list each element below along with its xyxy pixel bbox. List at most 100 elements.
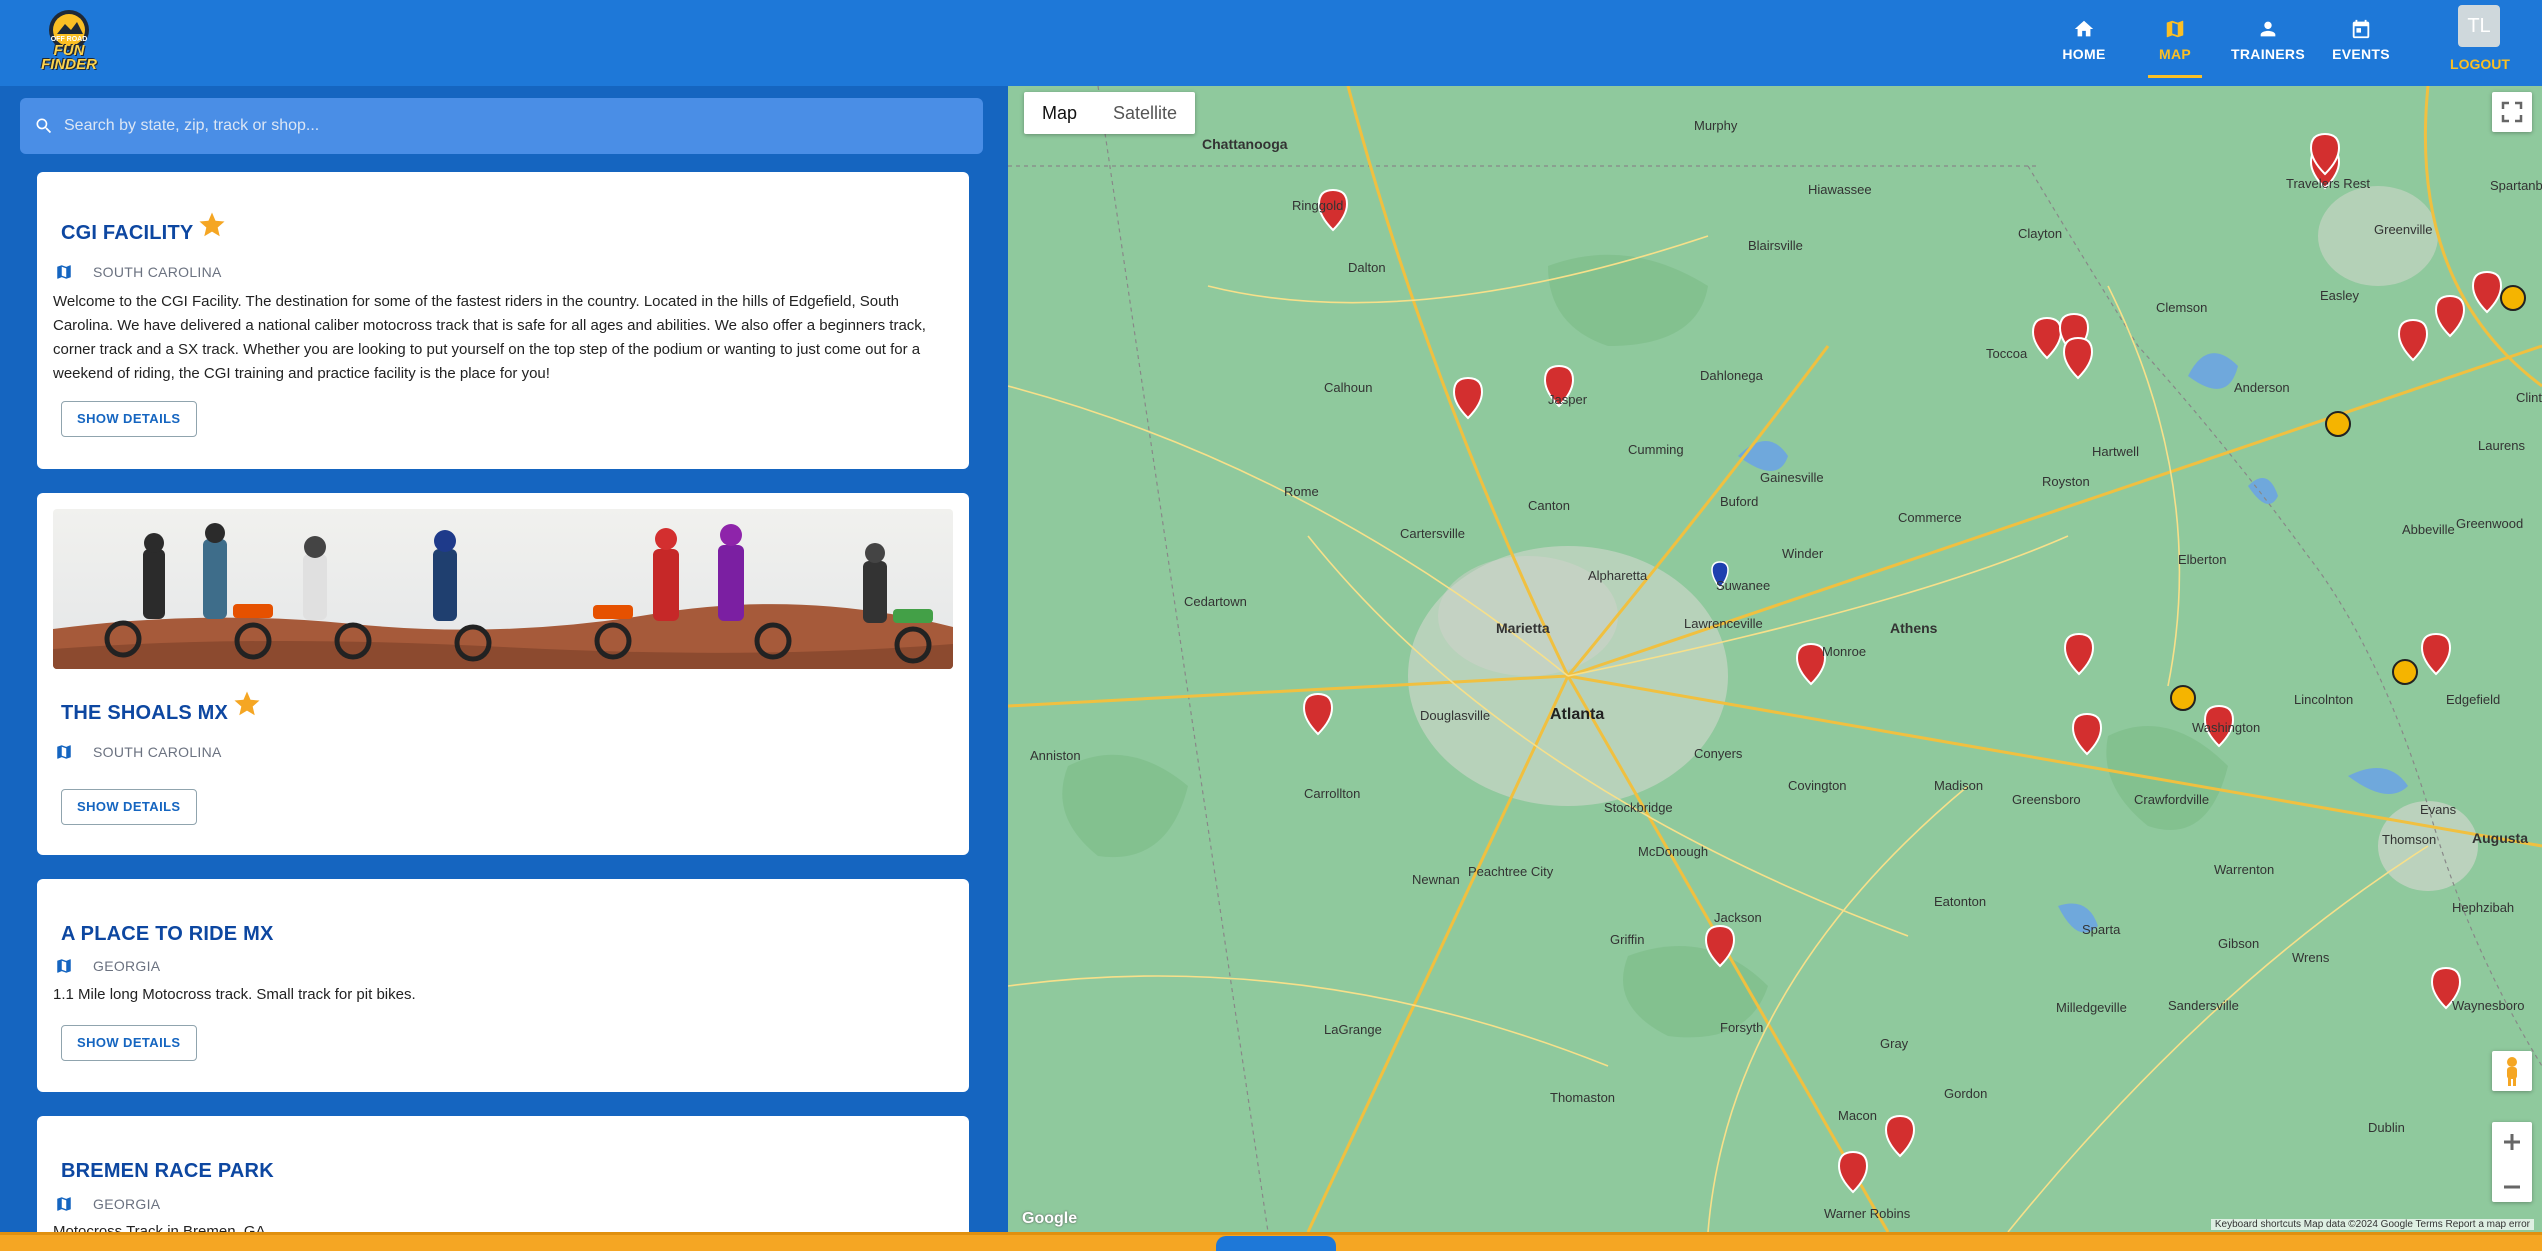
city-label: Gordon: [1944, 1086, 1988, 1101]
city-label: Atlanta: [1550, 706, 1605, 723]
street-view-button[interactable]: [2492, 1051, 2532, 1091]
map-canvas: [1008, 86, 2542, 1232]
city-label: Spartanburg: [2490, 178, 2542, 193]
riders-photo: [53, 509, 953, 669]
zoom-in-button[interactable]: [2492, 1122, 2532, 1162]
listing-title[interactable]: A PLACE TO RIDE MX: [61, 923, 274, 946]
listing-title[interactable]: CGI FACILITY: [61, 222, 193, 245]
city-label: Griffin: [1610, 932, 1645, 947]
city-label: Cartersville: [1400, 526, 1466, 541]
city-label: Clayton: [2018, 226, 2063, 241]
city-label: Evans: [2420, 802, 2457, 817]
map-type-satellite-button[interactable]: Satellite: [1095, 92, 1195, 134]
listing-description: Motocross Track in Bremen, GA: [53, 1223, 266, 1232]
show-details-button[interactable]: SHOW DETAILS: [61, 1025, 197, 1061]
listing-title[interactable]: BREMEN RACE PARK: [61, 1160, 274, 1183]
map-type-control: Map Satellite: [1024, 92, 1196, 134]
map-attribution[interactable]: Keyboard shortcuts Map data ©2024 Google…: [2210, 1219, 2534, 1230]
zoom-control: [2492, 1122, 2532, 1202]
city-label: Marietta: [1496, 620, 1550, 636]
listing-card[interactable]: A PLACE TO RIDE MX GEORGIA 1.1 Mile long…: [37, 879, 969, 1092]
star-icon: [234, 691, 260, 716]
city-label: Conyers: [1694, 746, 1743, 761]
listing-panel: CGI FACILITY SOUTH CAROLINA Welcome to t…: [0, 86, 1006, 1232]
listing-title[interactable]: THE SHOALS MX: [61, 702, 228, 725]
city-label: Commerce: [1898, 510, 1962, 525]
listing-description: 1.1 Mile long Motocross track. Small tra…: [53, 986, 416, 1003]
search-bar: [20, 98, 983, 154]
listing-state: SOUTH CAROLINA: [93, 744, 222, 760]
city-label: Eatonton: [1934, 894, 1987, 909]
city-label: Hartwell: [2092, 444, 2139, 459]
city-label: Murphy: [1694, 118, 1738, 133]
listing-photo: [53, 509, 953, 669]
show-details-button[interactable]: SHOW DETAILS: [61, 401, 197, 437]
listing-card[interactable]: CGI FACILITY SOUTH CAROLINA Welcome to t…: [37, 172, 969, 469]
city-label: Elberton: [2178, 552, 2227, 567]
city-label: Clemson: [2156, 300, 2208, 315]
city-label: Crawfordville: [2134, 792, 2210, 807]
city-label: Clinton: [2516, 390, 2542, 405]
city-label: Laurens: [2478, 438, 2525, 453]
city-label: Anderson: [2234, 380, 2290, 395]
nav-map[interactable]: MAP: [2148, 0, 2202, 80]
city-label: Ringgold: [1292, 198, 1344, 213]
map-icon: [57, 745, 71, 759]
nav-map-label: MAP: [2158, 46, 2191, 62]
city-label: Edgefield: [2446, 692, 2501, 707]
nav-home[interactable]: HOME: [2054, 0, 2114, 80]
listing-state: SOUTH CAROLINA: [93, 264, 222, 280]
logo-title: FUN FINDER: [41, 42, 97, 73]
zoom-out-button[interactable]: [2492, 1167, 2532, 1207]
city-label: Thomaston: [1550, 1090, 1616, 1105]
city-label: Macon: [1838, 1108, 1878, 1123]
city-label: Easley: [2320, 288, 2360, 303]
listing-state: GEORGIA: [93, 958, 161, 974]
city-label: Gainesville: [1760, 470, 1824, 485]
show-details-button[interactable]: SHOW DETAILS: [61, 789, 197, 825]
city-label: Warrenton: [2214, 862, 2275, 877]
bottom-drawer-handle[interactable]: [1216, 1236, 1336, 1251]
city-label: Greenville: [2374, 222, 2433, 237]
city-label: Newnan: [1412, 872, 1460, 887]
map-type-map-button[interactable]: Map: [1024, 92, 1095, 134]
avatar[interactable]: TL: [2458, 5, 2500, 47]
nav-events[interactable]: EVENTS: [2328, 0, 2394, 80]
city-label: Sparta: [2082, 922, 2121, 937]
city-label: Hiawassee: [1808, 182, 1872, 197]
city-label: Dahlonega: [1700, 368, 1763, 383]
city-label: Jackson: [1714, 910, 1762, 925]
city-label: Buford: [1720, 494, 1759, 509]
city-label: Greenwood: [2456, 516, 2524, 531]
app-logo[interactable]: OFF ROAD FUN FINDER: [24, 6, 114, 72]
city-label: Hephzibah: [2452, 900, 2515, 915]
city-label: Chattanooga: [1202, 136, 1288, 152]
nav-active-indicator: [2148, 75, 2202, 78]
city-label: Peachtree City: [1468, 864, 1554, 879]
pegman-icon: [2507, 1057, 2517, 1086]
city-label: Blairsville: [1748, 238, 1803, 253]
city-label: Athens: [1890, 620, 1938, 636]
city-label: Stockbridge: [1604, 800, 1673, 815]
city-label: Forsyth: [1720, 1020, 1764, 1035]
listing-state: GEORGIA: [93, 1196, 161, 1212]
city-label: Alpharetta: [1588, 568, 1648, 583]
city-label: Toccoa: [1986, 346, 2028, 361]
city-label: Canton: [1528, 498, 1570, 513]
listing-card[interactable]: BREMEN RACE PARK GEORGIA Motocross Track…: [37, 1116, 969, 1232]
city-label: Douglasville: [1420, 708, 1491, 723]
search-input[interactable]: [64, 98, 964, 154]
map-icon: [2166, 20, 2184, 38]
nav-trainers[interactable]: TRAINERS: [2226, 0, 2310, 80]
map-view[interactable]: Chattanooga Atlanta Athens Augusta Marie…: [1008, 86, 2542, 1232]
city-label: Milledgeville: [2056, 1000, 2127, 1015]
map-icon: [57, 959, 71, 973]
fullscreen-button[interactable]: [2492, 92, 2532, 132]
google-logo: Google: [1022, 1210, 1078, 1227]
city-label: Dalton: [1348, 260, 1386, 275]
listing-card[interactable]: THE SHOALS MX SOUTH CAROLINA SHOW DETAIL…: [37, 493, 969, 855]
city-label: Greensboro: [2012, 792, 2081, 807]
nav-events-label: EVENTS: [2332, 46, 2390, 62]
logout-button[interactable]: LOGOUT: [2440, 56, 2520, 72]
nav-trainers-label: TRAINERS: [2231, 46, 2305, 62]
